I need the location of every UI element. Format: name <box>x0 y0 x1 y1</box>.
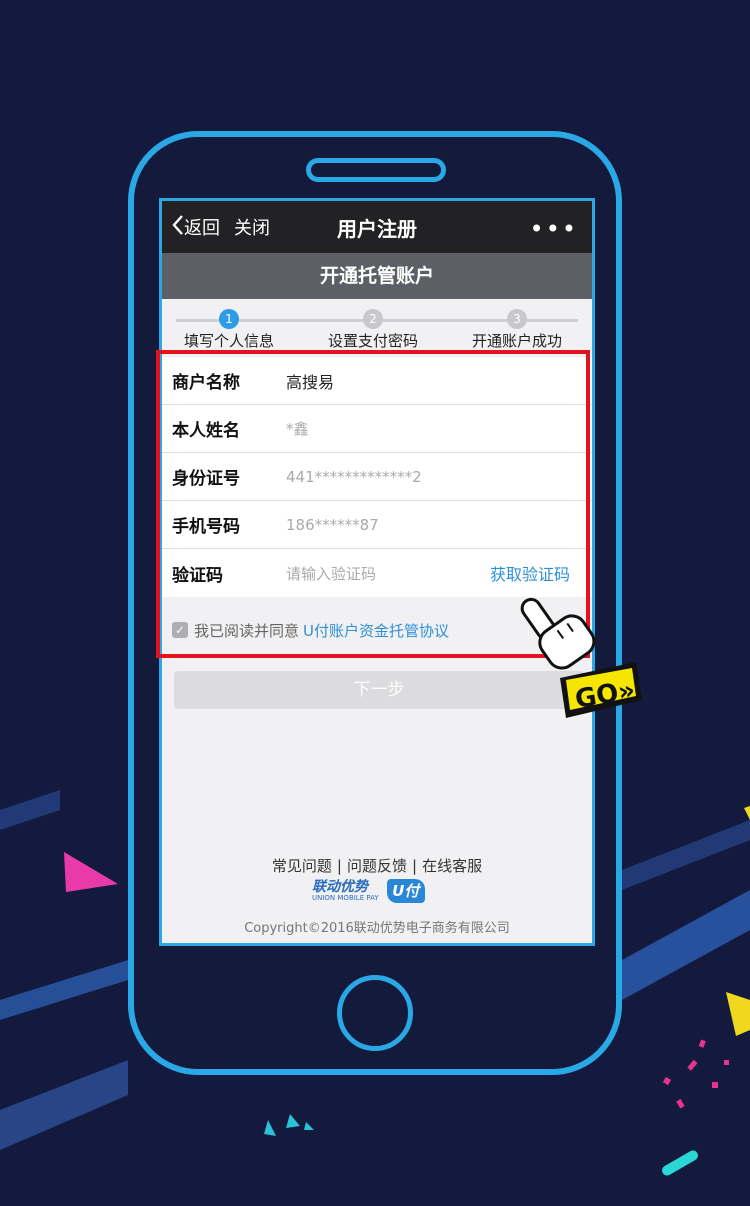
more-icon[interactable]: ••• <box>530 215 578 243</box>
id-number-label: 身份证号 <box>172 469 240 489</box>
phone-row: 手机号码 186******87 <box>162 501 592 549</box>
verify-code-label: 验证码 <box>172 565 223 586</box>
phone-screen: 返回 关闭 用户注册 ••• 开通托管账户 1 填写个人信息 2 设置支付密码 … <box>159 198 595 946</box>
verify-code-input[interactable]: 请输入验证码 <box>286 563 376 584</box>
step-2: 2 设置支付密码 <box>308 309 438 351</box>
step-number: 2 <box>363 309 383 329</box>
merchant-name-label: 商户名称 <box>172 373 240 393</box>
step-label: 设置支付密码 <box>327 332 418 350</box>
real-name-row: 本人姓名 *鑫 <box>162 405 592 453</box>
agreement-text: 我已阅读并同意 <box>194 621 300 640</box>
step-label: 填写个人信息 <box>183 332 274 350</box>
phone-label: 手机号码 <box>172 517 240 537</box>
real-name-label: 本人姓名 <box>172 421 240 441</box>
brand-badge-icon: U付 <box>386 879 425 903</box>
progress-steps: 1 填写个人信息 2 设置支付密码 3 开通账户成功 <box>162 309 592 353</box>
step-3: 3 开通账户成功 <box>452 309 582 351</box>
brand-name-cn: 联动优势 <box>312 879 368 895</box>
phone-field[interactable]: 186******87 <box>286 516 379 534</box>
step-label: 开通账户成功 <box>471 332 562 350</box>
id-number-field[interactable]: 441*************2 <box>286 468 422 486</box>
feedback-link[interactable]: 问题反馈 <box>347 857 407 875</box>
id-number-row: 身份证号 441*************2 <box>162 453 592 501</box>
back-label: 返回 <box>184 218 220 239</box>
phone-home-button <box>337 975 413 1051</box>
step-number: 1 <box>219 309 239 329</box>
merchant-name-row: 商户名称 高搜易 <box>162 357 592 405</box>
real-name-field[interactable]: *鑫 <box>286 418 309 439</box>
step-1: 1 填写个人信息 <box>164 309 294 351</box>
navbar: 返回 关闭 用户注册 ••• <box>162 201 592 253</box>
copyright-text: Copyright©2016联动优势电子商务有限公司 <box>244 921 510 936</box>
go-badge: GO» <box>560 662 642 718</box>
phone-speaker <box>306 158 446 182</box>
registration-form: 商户名称 高搜易 本人姓名 *鑫 身份证号 441*************2 … <box>162 357 592 597</box>
agreement-link[interactable]: U付账户资金托管协议 <box>303 620 449 641</box>
online-service-link[interactable]: 在线客服 <box>422 857 482 875</box>
chevron-left-icon <box>172 214 184 241</box>
agreement-checkbox[interactable]: ✓ <box>172 622 188 638</box>
step-number: 3 <box>507 309 527 329</box>
merchant-name-value: 高搜易 <box>286 372 335 392</box>
faq-link[interactable]: 常见问题 <box>272 857 332 875</box>
footer-links: 常见问题 | 问题反馈 | 在线客服 <box>271 857 483 875</box>
close-button[interactable]: 关闭 <box>234 214 270 240</box>
brand-name-en: UNION MOBILE PAY <box>312 894 379 902</box>
section-title: 开通托管账户 <box>162 253 592 299</box>
brand-logo: 联动优势 UNION MOBILE PAY U付 <box>312 879 425 903</box>
back-button[interactable]: 返回 <box>172 214 220 241</box>
